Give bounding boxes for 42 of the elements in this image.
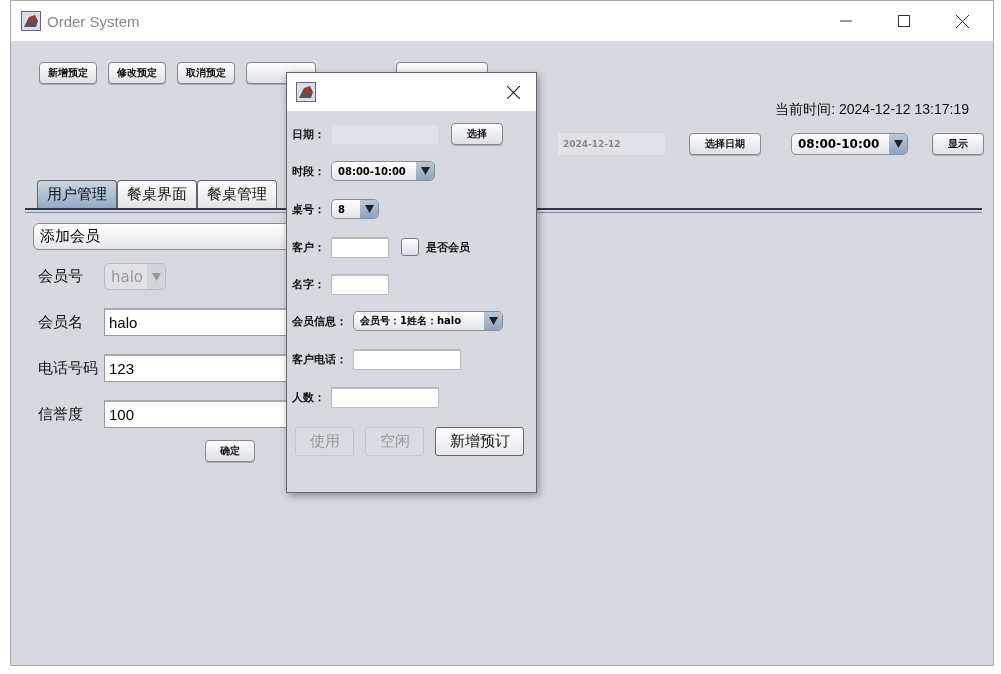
field-label: 会员号 (37, 267, 84, 286)
maximize-icon[interactable] (898, 15, 910, 27)
field-label: 信誉度 (37, 404, 84, 424)
dropdown[interactable]: 8 (331, 199, 379, 219)
app-icon (21, 11, 41, 31)
select-date-button[interactable]: 选择日期 (689, 133, 761, 155)
dropdown[interactable]: 会员号：1姓名：halo (353, 311, 503, 331)
input-field[interactable] (353, 348, 461, 370)
window-title: Order System (47, 12, 140, 30)
field-label: 日期： (292, 126, 325, 142)
dropdown-arrow-icon (893, 140, 903, 148)
checkbox[interactable] (401, 238, 419, 256)
close-icon[interactable] (507, 85, 520, 99)
dropdown-arrow-icon (420, 167, 430, 175)
tab[interactable]: 餐桌界面 (117, 180, 197, 208)
field-label: 会员名 (37, 312, 84, 332)
input-field[interactable] (331, 386, 439, 408)
time-slot-combo[interactable]: 08:00-10:00 (791, 133, 908, 155)
dropdown-arrow-icon (488, 317, 498, 325)
close-icon[interactable] (956, 14, 969, 28)
toolbar-button[interactable]: 取消预定 (177, 62, 235, 84)
checkbox-label: 是否会员 (426, 239, 470, 255)
field-label: 时段： (292, 163, 325, 179)
tab[interactable]: 用户管理 (37, 180, 117, 208)
dropdown-arrow-icon (151, 272, 161, 281)
action-button[interactable]: 新增预订 (435, 427, 524, 456)
tab[interactable]: 餐桌管理 (197, 180, 277, 208)
show-button[interactable]: 显示 (932, 133, 984, 155)
confirm-button[interactable]: 确定 (205, 440, 255, 462)
field-label: 会员信息： (292, 313, 347, 329)
field-label: 桌号： (292, 201, 325, 217)
input-field[interactable] (331, 273, 389, 295)
app-icon (296, 82, 316, 102)
input-field[interactable] (331, 236, 389, 258)
dropdown-arrow-icon (364, 205, 374, 213)
field-label: 名字： (292, 276, 325, 292)
toolbar-button[interactable]: 新增预定 (39, 62, 97, 84)
toolbar-button[interactable]: 修改预定 (108, 62, 166, 84)
dropdown[interactable]: 08:00-10:00 (331, 161, 435, 181)
current-time: 当前时间: 2024-12-12 13:17:19 (775, 101, 969, 119)
field-label: 电话号码 (37, 358, 99, 378)
field-label: 客户电话： (292, 351, 347, 367)
